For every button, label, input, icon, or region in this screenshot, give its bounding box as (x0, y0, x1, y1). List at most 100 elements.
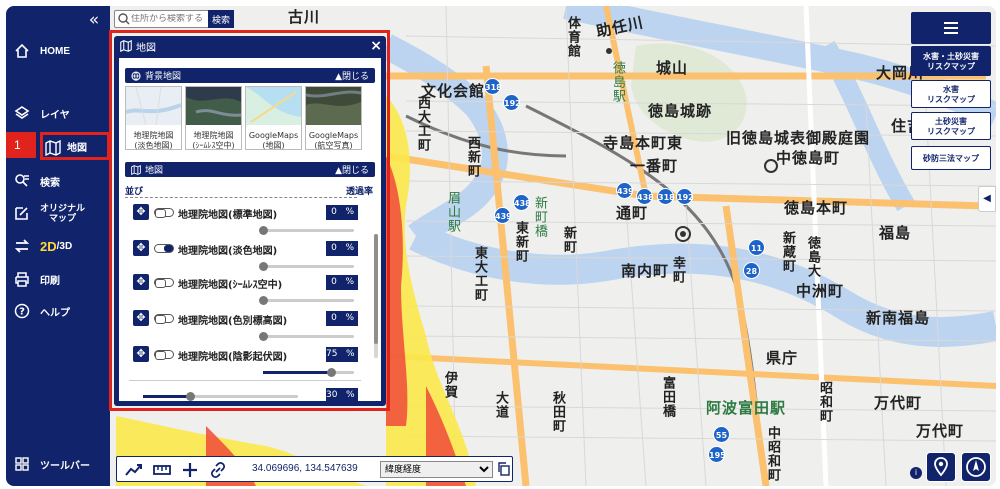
layer-opacity-value[interactable]: 0 % (326, 311, 358, 326)
info-icon[interactable]: i (910, 467, 922, 479)
route-shield: 11 (748, 239, 765, 256)
layer-visibility-toggle[interactable] (154, 244, 174, 253)
layer-visibility-toggle[interactable] (154, 208, 174, 218)
route-shield: 318 (657, 188, 675, 205)
map-label-akita: 秋田町 (550, 391, 565, 433)
layer-opacity-value[interactable]: 75 % (326, 347, 358, 362)
sidebar-item-original-map[interactable]: オリジナル マップ (6, 198, 110, 228)
route-shield: 192 (676, 188, 694, 205)
overall-opacity-value[interactable]: 30 % (326, 388, 358, 403)
overall-opacity-row: 30 % (133, 388, 358, 426)
sidebar-item-toolbar[interactable]: ツールバー (6, 449, 110, 479)
layer-visibility-toggle[interactable] (154, 278, 174, 288)
map-label-iga: 伊賀 (442, 371, 457, 399)
map-label-ichibancho: 一番町 (630, 157, 679, 175)
sidebar-item-layer[interactable]: レイヤ (6, 98, 110, 128)
map-label-bunka: 文化会館 (421, 82, 486, 100)
map-label-shinmachibashi: 新町橋 (532, 196, 547, 238)
location-pin-button[interactable] (926, 452, 956, 482)
button-label: リスクマップ (927, 95, 975, 104)
coordinate-format-select[interactable]: 緯度経度 (380, 461, 493, 478)
map-label-higashi-shinmachi: 東新町 (513, 221, 528, 263)
layer-opacity-slider[interactable] (259, 262, 354, 271)
drag-handle-icon[interactable]: ✥ (133, 346, 149, 362)
basemap-label: (地図) (262, 141, 285, 150)
drag-handle-icon[interactable]: ✥ (133, 204, 149, 220)
map-icon (131, 164, 141, 175)
layer-row: ✥ 地理院地図(標準地図) 0 % (133, 204, 358, 242)
link-icon[interactable] (209, 461, 227, 479)
drag-handle-icon[interactable]: ✥ (133, 274, 149, 290)
layer-opacity-slider[interactable] (263, 368, 354, 377)
basemap-label: (ｼｰﾑﾚｽ空中) (192, 141, 235, 150)
basemap-label: (淡色地図) (134, 141, 173, 150)
basemap-label: 地理院地図 (133, 131, 174, 140)
button-label: 水害 (943, 85, 959, 94)
basemap-label: GoogleMaps (308, 131, 359, 140)
basemap-option-googlesat[interactable]: GoogleMaps (航空写真) (305, 86, 362, 150)
layer-opacity-value[interactable]: 0 % (326, 241, 358, 256)
panel-header: 地図 × (114, 36, 386, 56)
layer-opacity-value[interactable]: 0 % (326, 205, 358, 220)
compass-button[interactable] (961, 452, 991, 482)
map-label-toori: 通町 (616, 204, 649, 222)
basemap-section-header[interactable]: 背景地図 ▲閉じる (125, 68, 375, 83)
copy-icon[interactable] (497, 462, 511, 476)
route-shield: 439 (494, 207, 512, 224)
sabo-map-button[interactable]: 砂防三法マップ (911, 146, 991, 170)
help-icon: ? (14, 303, 30, 319)
map-label-naka-showa: 中昭和町 (765, 426, 780, 482)
layer-opacity-value[interactable]: 0 % (326, 275, 358, 290)
map-label-garden: 旧徳島城表御殿庭園 (726, 129, 871, 147)
layer-visibility-toggle[interactable] (154, 350, 174, 360)
sidebar-item-search[interactable]: 検索 (6, 166, 110, 196)
map-label-honcho: 徳島本町 (784, 199, 849, 217)
sidebar-item-help[interactable]: ? ヘルプ (6, 296, 110, 326)
sidebar-item-2d3d[interactable]: 2D/3D (6, 231, 110, 261)
overall-opacity-slider[interactable] (143, 392, 298, 401)
sidebar-2d-label: 2D (40, 238, 57, 254)
sidebar-item-home[interactable]: HOME (6, 36, 110, 66)
button-label: 水害・土砂災害 (923, 52, 979, 61)
elevation-profile-icon[interactable] (125, 461, 143, 479)
drag-handle-icon[interactable]: ✥ (133, 240, 149, 256)
map-section-title: 地図 (145, 166, 164, 176)
flood-riskmap-button[interactable]: 水害 リスクマップ (911, 80, 991, 108)
landslide-riskmap-button[interactable]: 土砂災害 リスクマップ (911, 112, 991, 140)
map-label-minamiuchi: 南内町 (621, 262, 670, 280)
basemap-option-googlemaps[interactable]: GoogleMaps (地図) (245, 86, 302, 150)
map-label-daido: 大道 (493, 391, 508, 419)
route-shield: 438 (636, 188, 654, 205)
map-label-shinminami: 新南福島 (866, 309, 931, 327)
globe-icon (131, 70, 141, 81)
double-chevron-left-icon[interactable]: « (84, 11, 104, 31)
layer-visibility-toggle[interactable] (154, 314, 174, 324)
map-section-header[interactable]: 地図 ▲閉じる (125, 162, 375, 177)
drag-handle-icon[interactable]: ✥ (133, 310, 149, 326)
sidebar-item-map[interactable]: 地図 (40, 132, 110, 160)
sidebar-item-label: 印刷 (40, 275, 60, 287)
layer-opacity-slider[interactable] (259, 332, 354, 341)
crosshair-plus-icon[interactable] (181, 461, 199, 479)
sidebar-item-label: レイヤ (40, 109, 70, 121)
layer-opacity-slider[interactable] (259, 226, 354, 235)
layer-list-scrollbar[interactable] (374, 234, 378, 358)
address-search: 検索 (114, 10, 234, 28)
basemap-collapse-button[interactable]: ▲閉じる (335, 69, 369, 82)
app-frame: 城山 徳島城跡 徳島駅 旧徳島城表御殿庭園 中徳島町 徳島本町 福島 新蔵町 徳… (6, 6, 996, 486)
close-icon[interactable]: × (370, 38, 382, 54)
sidebar-item-label: HOME (40, 45, 70, 57)
chevron-left-icon[interactable]: ◀ (978, 186, 996, 212)
flood-landslide-riskmap-button[interactable]: 水害・土砂災害 リスクマップ (911, 46, 991, 76)
basemap-option-pale[interactable]: 地理院地図 (淡色地図) (125, 86, 182, 150)
coordinate-readout: 34.069696, 134.547639 (252, 463, 358, 474)
search-button[interactable]: 検索 (208, 10, 234, 28)
basemap-option-seamless[interactable]: 地理院地図 (ｼｰﾑﾚｽ空中) (185, 86, 242, 150)
layer-opacity-slider[interactable] (259, 296, 354, 305)
hamburger-icon[interactable] (911, 12, 991, 44)
map-label-higashi-daiku: 東大工町 (472, 246, 487, 302)
map-collapse-button[interactable]: ▲閉じる (335, 163, 369, 176)
sidebar-item-print[interactable]: 印刷 (6, 264, 110, 294)
ruler-icon[interactable] (153, 461, 171, 479)
search-input[interactable] (131, 14, 209, 24)
